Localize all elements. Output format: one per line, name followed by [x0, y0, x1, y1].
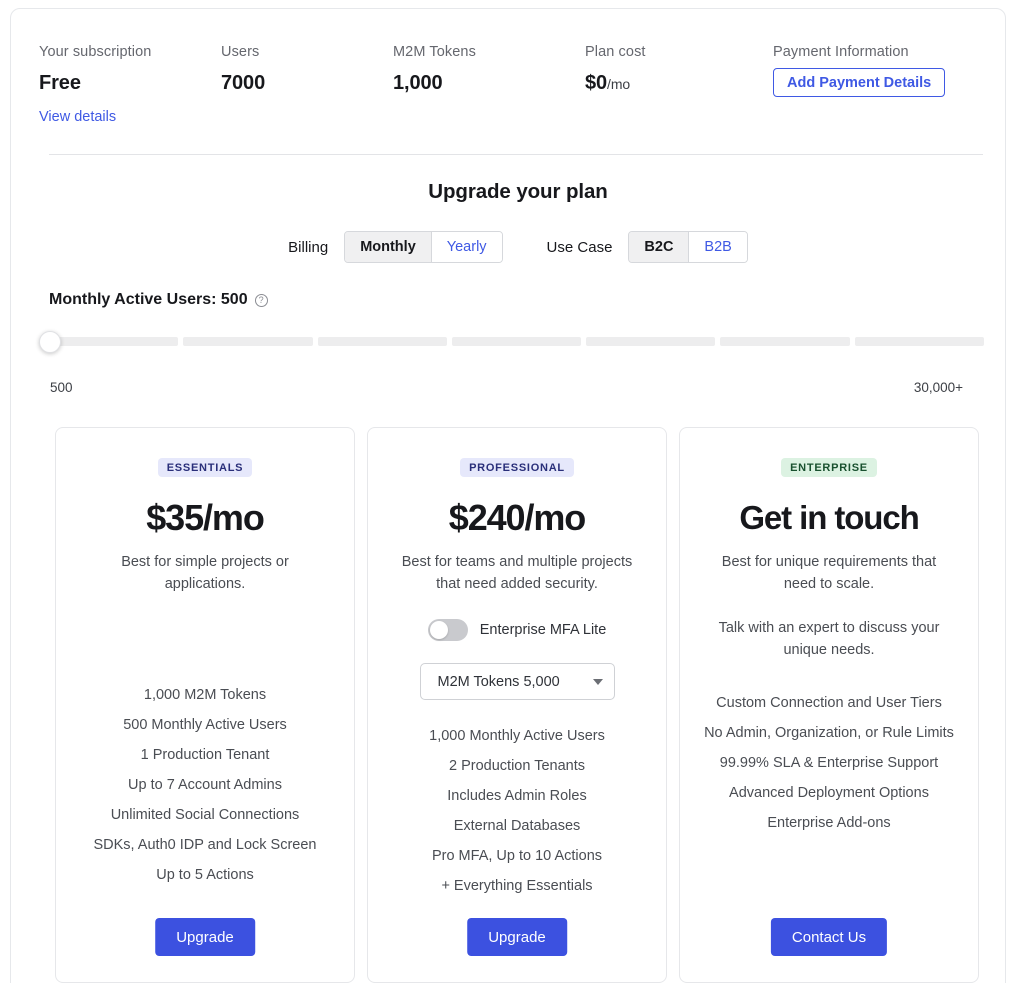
- plan-card-essentials: ESSENTIALS $35/mo Best for simple projec…: [55, 427, 355, 983]
- toggle-knob: [429, 621, 448, 639]
- enterprise-mfa-lite-row: Enterprise MFA Lite: [427, 619, 607, 641]
- plan-card-enterprise: ENTERPRISE Get in touch Best for unique …: [679, 427, 979, 983]
- view-details-link[interactable]: View details: [39, 108, 221, 126]
- page-title: Upgrade your plan: [428, 180, 608, 203]
- usecase-label: Use Case: [546, 238, 613, 256]
- list-item: SDKs, Auth0 IDP and Lock Screen: [93, 837, 317, 853]
- slider-segment: [183, 337, 313, 346]
- plan-features-enterprise: Custom Connection and User Tiers No Admi…: [696, 693, 962, 834]
- plan-cost-amount: $0: [585, 72, 608, 94]
- list-item: Unlimited Social Connections: [110, 807, 300, 823]
- mau-slider-track[interactable]: [49, 337, 984, 346]
- summary-label-payment: Payment Information: [773, 44, 909, 60]
- billing-option-yearly[interactable]: Yearly: [430, 232, 502, 262]
- summary-col-users: Users 7000: [221, 42, 393, 126]
- upgrade-button-professional[interactable]: Upgrade: [467, 918, 567, 956]
- m2m-tokens-select-value: M2M Tokens 5,000: [437, 673, 560, 690]
- plan-description-enterprise: Best for unique requirements that need t…: [721, 554, 937, 592]
- summary-value-m2m-tokens: 1,000: [393, 72, 443, 94]
- summary-label-users: Users: [221, 44, 260, 60]
- list-item: Up to 5 Actions: [156, 867, 254, 883]
- list-item: 1,000 Monthly Active Users: [429, 728, 605, 744]
- slider-segment: [586, 337, 716, 346]
- billing-toggle-group[interactable]: Monthly Yearly: [344, 231, 503, 263]
- billing-option-monthly[interactable]: Monthly: [345, 232, 431, 262]
- list-item: Enterprise Add-ons: [767, 815, 891, 831]
- enterprise-mfa-lite-label: Enterprise MFA Lite: [479, 622, 607, 638]
- list-item: Custom Connection and User Tiers: [716, 695, 942, 711]
- plan-description-essentials: Best for simple projects or applications…: [121, 554, 289, 592]
- list-item: 2 Production Tenants: [449, 758, 585, 774]
- plan-badge-essentials: ESSENTIALS: [157, 458, 253, 477]
- summary-label-subscription: Your subscription: [39, 44, 152, 60]
- slider-segment: [317, 337, 447, 346]
- billing-label: Billing: [288, 238, 329, 256]
- section-divider: [49, 154, 983, 155]
- pricing-panel: Your subscription Free View details User…: [10, 8, 1006, 983]
- plan-card-professional: PROFESSIONAL $240/mo Best for teams and …: [367, 427, 667, 983]
- summary-value-subscription: Free: [39, 72, 81, 94]
- plan-badge-professional: PROFESSIONAL: [460, 458, 574, 477]
- slider-segment: [854, 337, 984, 346]
- list-item: Advanced Deployment Options: [729, 785, 929, 801]
- slider-segment: [451, 337, 582, 346]
- summary-value-users: 7000: [221, 72, 266, 94]
- plan-features-professional: 1,000 Monthly Active Users 2 Production …: [384, 726, 650, 897]
- summary-label-plan-cost: Plan cost: [585, 44, 646, 60]
- mau-slider-thumb[interactable]: [39, 331, 61, 353]
- list-item: 1,000 M2M Tokens: [143, 687, 267, 703]
- list-item: Includes Admin Roles: [447, 788, 587, 804]
- slider-max-label: 30,000+: [913, 380, 963, 395]
- add-payment-details-button[interactable]: Add Payment Details: [773, 68, 946, 97]
- mau-slider-label: Monthly Active Users: 500 ?: [49, 291, 268, 309]
- chevron-down-icon: [592, 678, 603, 685]
- plan-badge-enterprise: ENTERPRISE: [781, 458, 877, 477]
- plan-price-enterprise: Get in touch: [739, 499, 919, 536]
- list-item: 500 Monthly Active Users: [123, 717, 287, 733]
- mau-slider[interactable]: [39, 331, 994, 361]
- enterprise-mfa-lite-toggle[interactable]: [427, 619, 468, 641]
- summary-value-plan-cost: $0/mo: [585, 70, 773, 97]
- list-item: No Admin, Organization, or Rule Limits: [704, 725, 954, 741]
- usecase-option-b2c[interactable]: B2C: [629, 232, 689, 262]
- summary-col-m2m-tokens: M2M Tokens 1,000: [393, 42, 585, 126]
- plan-cards: ESSENTIALS $35/mo Best for simple projec…: [55, 427, 979, 983]
- plan-price-essentials: $35/mo: [146, 497, 265, 538]
- slider-segment: [720, 337, 850, 346]
- summary-col-plan-cost: Plan cost $0/mo: [585, 42, 773, 126]
- slider-segment: [49, 337, 179, 346]
- list-item: External Databases: [453, 818, 581, 834]
- subscription-summary: Your subscription Free View details User…: [39, 42, 974, 126]
- pricing-page: Your subscription Free View details User…: [0, 0, 1014, 983]
- list-item: 99.99% SLA & Enterprise Support: [719, 755, 939, 771]
- mau-slider-label-text: Monthly Active Users: 500: [49, 291, 248, 308]
- summary-col-subscription: Your subscription Free View details: [39, 42, 221, 126]
- question-mark-circle-icon[interactable]: ?: [254, 294, 268, 307]
- plan-price-professional: $240/mo: [448, 497, 586, 538]
- list-item: Pro MFA, Up to 10 Actions: [431, 848, 603, 864]
- upgrade-button-essentials[interactable]: Upgrade: [155, 918, 255, 956]
- m2m-tokens-select[interactable]: M2M Tokens 5,000: [419, 663, 615, 700]
- plan-description-professional: Best for teams and multiple projects tha…: [401, 554, 633, 592]
- usecase-toggle-group[interactable]: B2C B2B: [628, 231, 748, 263]
- list-item: Up to 7 Account Admins: [128, 777, 282, 793]
- plan-cost-unit: /mo: [607, 76, 631, 92]
- slider-min-label: 500: [50, 380, 73, 395]
- plan-features-essentials: 1,000 M2M Tokens 500 Monthly Active User…: [72, 685, 338, 886]
- plan-options-row: Billing Monthly Yearly Use Case B2C B2B: [11, 231, 1014, 263]
- summary-label-m2m-tokens: M2M Tokens: [393, 44, 476, 60]
- contact-us-button-enterprise[interactable]: Contact Us: [770, 918, 888, 956]
- list-item: 1 Production Tenant: [140, 747, 270, 763]
- plan-description2-enterprise: Talk with an expert to discuss your uniq…: [718, 620, 940, 658]
- usecase-option-b2b[interactable]: B2B: [688, 232, 747, 262]
- list-item: + Everything Essentials: [441, 878, 593, 894]
- summary-col-payment: Payment Information Add Payment Details: [773, 42, 973, 126]
